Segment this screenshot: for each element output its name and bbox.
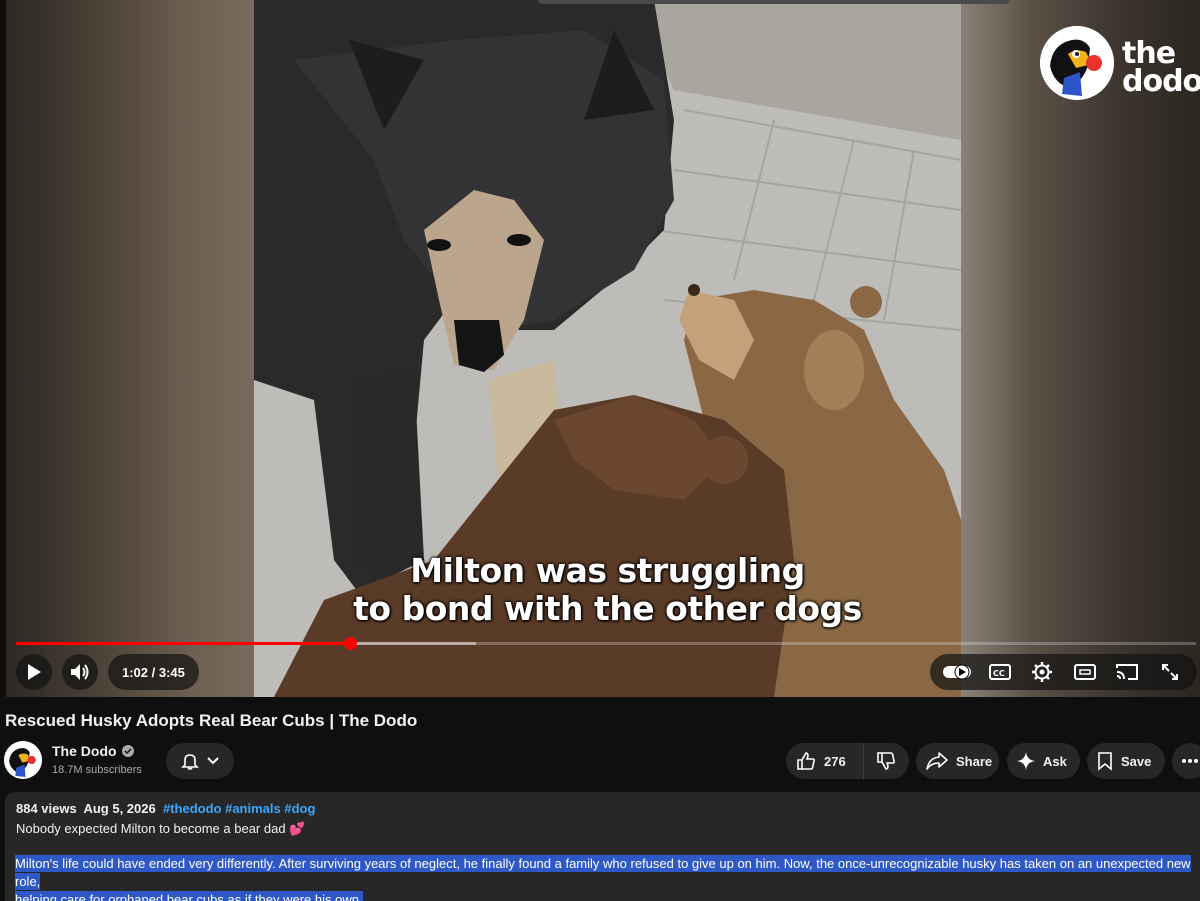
hashtag-link[interactable]: #dog	[284, 801, 315, 816]
ask-label: Ask	[1043, 753, 1067, 769]
dodo-bird-logo-icon	[1040, 26, 1114, 100]
dodo-avatar-icon	[4, 741, 42, 779]
save-button[interactable]: Save	[1087, 743, 1165, 779]
thumbs-down-icon	[877, 752, 895, 770]
channel-name[interactable]: The Dodo	[52, 743, 134, 759]
description-meta: 884 views Aug 5, 2026 #thedodo #animals …	[16, 801, 315, 816]
description-box[interactable]: 884 views Aug 5, 2026 #thedodo #animals …	[5, 792, 1200, 901]
verified-check-icon	[121, 745, 134, 757]
autoplay-toggle-icon	[943, 664, 972, 680]
theater-mode-icon	[1073, 664, 1096, 680]
bookmark-icon	[1098, 752, 1112, 771]
bell-icon	[181, 754, 199, 770]
video-caption: Milton was struggling to bond with the o…	[254, 552, 961, 628]
player-right-controls: CC	[930, 654, 1197, 690]
the-dodo-logo: the dodo	[1040, 26, 1200, 102]
ask-button[interactable]: Ask	[1007, 743, 1080, 779]
subscriber-count: 18.7M subscribers	[52, 764, 142, 776]
hashtags: #thedodo #animals #dog	[163, 801, 315, 816]
video-title: Rescued Husky Adopts Real Bear Cubs | Th…	[5, 711, 418, 730]
chevron-down-icon	[207, 757, 219, 765]
fullscreen-icon	[1161, 664, 1178, 680]
like-button[interactable]: 276	[786, 743, 864, 779]
save-label: Save	[1121, 753, 1152, 769]
svg-text:CC: CC	[993, 669, 1005, 678]
time-display: 1:02 / 3:45	[108, 654, 199, 690]
captions-button[interactable]: CC	[982, 654, 1018, 690]
theater-mode-button[interactable]	[1067, 654, 1103, 690]
view-count: 884 views	[16, 801, 77, 816]
video-player[interactable]: the dodo Milton was struggling to bond w…	[6, 0, 1200, 697]
autoplay-toggle[interactable]	[939, 654, 975, 690]
captions-icon: CC	[988, 664, 1011, 680]
description-body: Milton's life could have ended very diff…	[15, 855, 1200, 901]
cast-icon	[1116, 664, 1139, 680]
hashtag-link[interactable]: #animals	[225, 801, 281, 816]
hashtag-link[interactable]: #thedodo	[163, 801, 222, 816]
notifications-button[interactable]	[166, 743, 234, 779]
caption-line-1: Milton was struggling	[410, 551, 805, 590]
description-body-line-1: Milton's life could have ended very diff…	[15, 855, 1191, 890]
cast-button[interactable]	[1109, 654, 1145, 690]
logo-word-dodo: dodo	[1122, 64, 1200, 99]
like-count: 276	[824, 753, 846, 769]
fullscreen-button[interactable]	[1152, 654, 1188, 690]
description-hook: Nobody expected Milton to become a bear …	[16, 821, 306, 836]
progress-scrubber[interactable]	[343, 637, 357, 650]
share-label: Share	[956, 753, 993, 769]
volume-button[interactable]	[62, 654, 98, 690]
like-dislike-group: 276	[786, 743, 909, 779]
time-text: 1:02 / 3:45	[122, 664, 185, 680]
play-icon	[28, 664, 41, 680]
settings-button[interactable]	[1024, 654, 1060, 690]
volume-icon	[71, 664, 89, 680]
logo-wordmark: the dodo	[1122, 39, 1200, 99]
blurred-backdrop-left	[6, 0, 254, 697]
more-horizontal-icon	[1182, 759, 1198, 763]
channel-name-text[interactable]: The Dodo	[52, 743, 117, 759]
upload-date: Aug 5, 2026	[83, 801, 156, 816]
thumbs-up-icon	[797, 752, 815, 770]
description-body-line-2: helping care for orphaned bear cubs as i…	[15, 891, 363, 901]
caption-line-2: to bond with the other dogs	[353, 589, 862, 628]
channel-avatar[interactable]	[4, 741, 42, 779]
blurred-backdrop-right	[961, 0, 1200, 697]
share-button[interactable]: Share	[916, 743, 999, 779]
sparkle-icon	[1017, 752, 1035, 770]
play-button[interactable]	[16, 654, 52, 690]
progress-played	[16, 642, 350, 645]
dislike-button[interactable]	[864, 743, 908, 779]
share-icon	[926, 752, 948, 770]
settings-icon	[1032, 662, 1053, 682]
top-edge-bar	[538, 0, 1010, 4]
more-actions-button[interactable]	[1172, 743, 1200, 779]
progress-bar[interactable]	[16, 637, 1196, 650]
